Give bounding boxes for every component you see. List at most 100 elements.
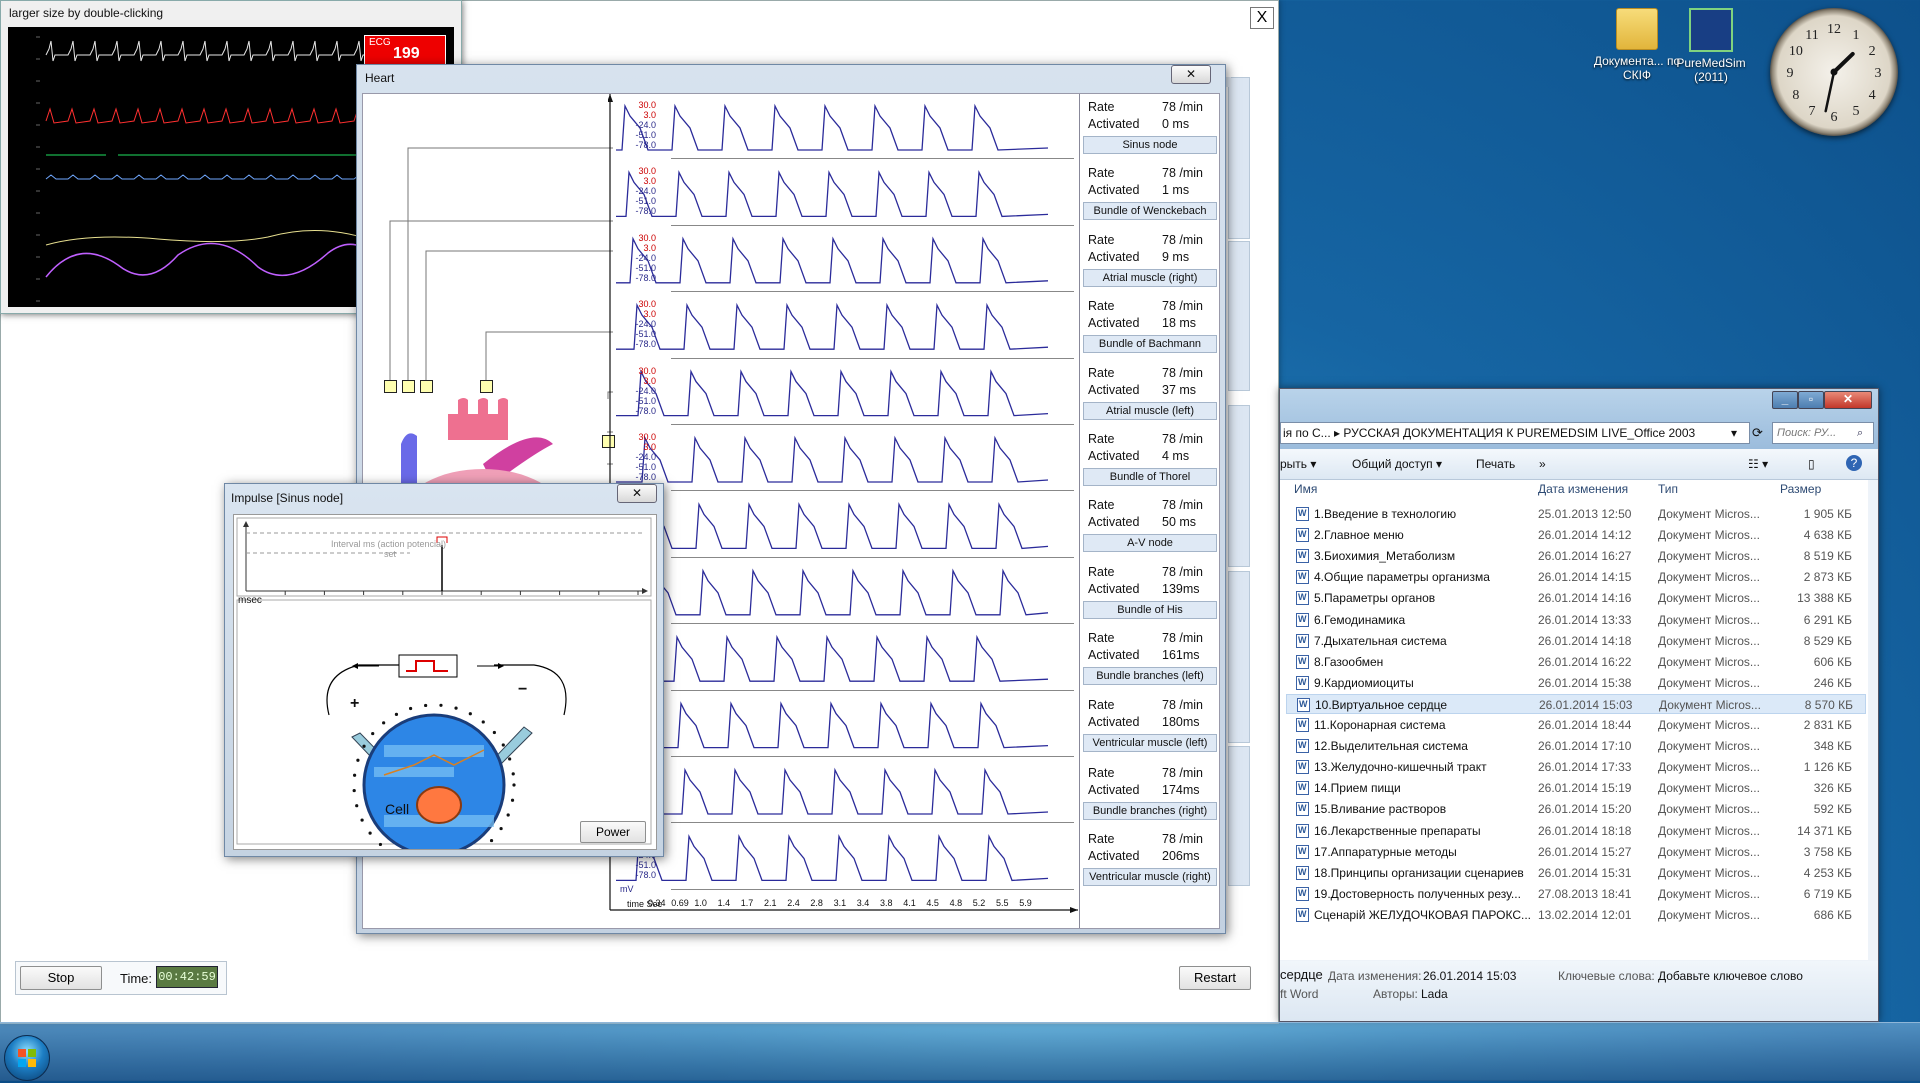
node-name-button[interactable]: Atrial muscle (right) (1083, 269, 1217, 287)
activated-row: Activated9 ms (1080, 250, 1219, 267)
file-row[interactable]: 8.Газообмен26.01.2014 16:22Документ Micr… (1286, 652, 1866, 672)
node-name-button[interactable]: Bundle branches (right) (1083, 802, 1217, 820)
activated-value: 4 ms (1162, 449, 1189, 463)
file-row[interactable]: 10.Виртуальное сердце26.01.2014 15:03Док… (1286, 694, 1866, 714)
toolbar-share[interactable]: Общий доступ ▾ (1352, 457, 1442, 471)
activated-key: Activated (1088, 250, 1139, 264)
connector-node[interactable] (402, 380, 415, 393)
view-options-icon[interactable]: ☷ ▾ (1748, 457, 1768, 471)
file-size: 592 КБ (1776, 802, 1852, 816)
desktop-icon-puremedsim[interactable]: PureMedSim (2011) (1666, 8, 1756, 84)
y-tick-label: -78.0 (616, 206, 656, 216)
file-row[interactable]: 9.Кардиомиоциты26.01.2014 15:38Документ … (1286, 673, 1866, 693)
file-row[interactable]: 11.Коронарная система26.01.2014 18:44Док… (1286, 715, 1866, 735)
node-name-button[interactable]: Atrial muscle (left) (1083, 402, 1217, 420)
file-row[interactable]: 17.Аппаратурные методы26.01.2014 15:27До… (1286, 842, 1866, 862)
main-close-button[interactable]: X (1250, 7, 1274, 29)
word-document-icon (1296, 760, 1309, 774)
toolbar-open[interactable]: рыть ▾ (1280, 457, 1316, 471)
details-authors-value[interactable]: Lada (1421, 987, 1448, 1001)
details-keywords-value[interactable]: Добавьте ключевое слово (1658, 969, 1803, 983)
heart-close-button[interactable]: ✕ (1171, 65, 1211, 84)
stop-button[interactable]: Stop (20, 966, 102, 990)
file-name: 7.Дыхательная система (1314, 634, 1534, 648)
column-name[interactable]: Имя (1294, 482, 1317, 496)
node-info: Rate78 /minActivated180msVentricular mus… (1080, 698, 1219, 752)
file-row[interactable]: 6.Гемодинамика26.01.2014 13:33Документ M… (1286, 610, 1866, 630)
node-name-button[interactable]: Bundle of Thorel (1083, 468, 1217, 486)
column-date[interactable]: Дата изменения (1538, 482, 1628, 496)
column-size[interactable]: Размер (1780, 482, 1821, 496)
file-row[interactable]: 3.Биохимия_Метаболизм26.01.2014 16:27Док… (1286, 546, 1866, 566)
file-row[interactable]: 15.Вливание растворов26.01.2014 15:20Док… (1286, 799, 1866, 819)
file-row[interactable]: 13.Желудочно-кишечный тракт26.01.2014 17… (1286, 757, 1866, 777)
rate-key: Rate (1088, 299, 1114, 313)
activated-key: Activated (1088, 849, 1139, 863)
word-document-icon (1296, 845, 1309, 859)
file-date: 26.01.2014 16:27 (1538, 549, 1631, 563)
node-info: Rate78 /minActivated50 msA-V node (1080, 498, 1219, 552)
connector-node[interactable] (384, 380, 397, 393)
node-name-button[interactable]: Bundle of Wenckebach (1083, 202, 1217, 220)
y-tick-label: -24.0 (616, 186, 656, 196)
minimize-button[interactable]: _ (1772, 391, 1798, 409)
file-row[interactable]: 5.Параметры органов26.01.2014 14:16Докум… (1286, 588, 1866, 608)
action-potential-trace (616, 836, 1048, 880)
power-button[interactable]: Power (580, 821, 646, 843)
y-tick-label: -78.0 (616, 870, 656, 880)
impulse-close-button[interactable]: ✕ (617, 484, 657, 503)
node-name-button[interactable]: Ventricular muscle (right) (1083, 868, 1217, 886)
y-tick-label: -78.0 (616, 140, 656, 150)
file-row[interactable]: 1.Введение в технологию25.01.2013 12:50Д… (1286, 504, 1866, 524)
file-row[interactable]: 14.Прием пищи26.01.2014 15:19Документ Mi… (1286, 778, 1866, 798)
node-name-button[interactable]: Bundle branches (left) (1083, 667, 1217, 685)
file-row[interactable]: 2.Главное меню26.01.2014 14:12Документ M… (1286, 525, 1866, 545)
file-size: 2 873 КБ (1776, 570, 1852, 584)
activated-row: Activated139ms (1080, 582, 1219, 599)
file-row[interactable]: 7.Дыхательная система26.01.2014 14:18Док… (1286, 631, 1866, 651)
toolbar-print[interactable]: Печать (1476, 457, 1515, 471)
toolbar-more[interactable]: » (1539, 457, 1546, 471)
explorer-window[interactable]: _ ▫ ✕ ія по С... ▸ РУССКАЯ ДОКУМЕНТАЦИЯ … (1279, 388, 1879, 1022)
start-button[interactable] (4, 1035, 50, 1081)
restart-button[interactable]: Restart (1179, 966, 1251, 990)
maximize-button[interactable]: ▫ (1798, 391, 1824, 409)
connector-node[interactable] (480, 380, 493, 393)
file-row[interactable]: 16.Лекарственные препараты26.01.2014 18:… (1286, 821, 1866, 841)
file-row[interactable]: 19.Достоверность полученных резу...27.08… (1286, 884, 1866, 904)
y-tick-label: 30.0 (616, 100, 656, 110)
word-document-icon (1296, 549, 1309, 563)
preview-pane-icon[interactable]: ▯ (1808, 457, 1815, 471)
node-name-button[interactable]: Bundle of Bachmann (1083, 335, 1217, 353)
file-size: 4 638 КБ (1776, 528, 1852, 542)
node-info: Rate78 /minActivated9 msAtrial muscle (r… (1080, 233, 1219, 287)
column-type[interactable]: Тип (1658, 482, 1678, 496)
refresh-icon[interactable]: ⟳ (1752, 425, 1763, 441)
address-bar[interactable]: ія по С... ▸ РУССКАЯ ДОКУМЕНТАЦИЯ К PURE… (1280, 422, 1750, 444)
file-size: 1 126 КБ (1776, 760, 1852, 774)
trace-row-separator (671, 490, 1074, 491)
trace-row-separator (671, 225, 1074, 226)
file-date: 26.01.2014 18:44 (1538, 718, 1631, 732)
file-size: 14 371 КБ (1776, 824, 1852, 838)
node-name-button[interactable]: Bundle of His (1083, 601, 1217, 619)
node-info: Rate78 /minActivated0 msSinus node (1080, 100, 1219, 154)
word-document-icon (1296, 570, 1309, 584)
connector-node[interactable] (420, 380, 433, 393)
file-row[interactable]: 18.Принципы организации сценариев26.01.2… (1286, 863, 1866, 883)
file-row[interactable]: Сценарій ЖЕЛУДОЧКОВАЯ ПАРОКС...13.02.201… (1286, 905, 1866, 925)
word-document-icon (1296, 718, 1309, 732)
close-button[interactable]: ✕ (1824, 391, 1872, 409)
puremedsim-icon (1689, 8, 1733, 52)
search-input[interactable]: Поиск: РУ... ⌕ (1772, 422, 1874, 444)
help-icon[interactable]: ? (1846, 455, 1862, 471)
x-tick-label: 3.4 (857, 898, 870, 908)
chevron-down-icon[interactable]: ▾ (1731, 423, 1737, 443)
node-name-button[interactable]: Sinus node (1083, 136, 1217, 154)
file-row[interactable]: 4.Общие параметры организма26.01.2014 14… (1286, 567, 1866, 587)
clock-gadget[interactable]: 121234567891011 (1770, 8, 1898, 136)
node-name-button[interactable]: A-V node (1083, 534, 1217, 552)
impulse-window[interactable]: Impulse [Sinus node] ✕ 60120180240300360… (224, 483, 664, 857)
file-row[interactable]: 12.Выделительная система26.01.2014 17:10… (1286, 736, 1866, 756)
node-name-button[interactable]: Ventricular muscle (left) (1083, 734, 1217, 752)
